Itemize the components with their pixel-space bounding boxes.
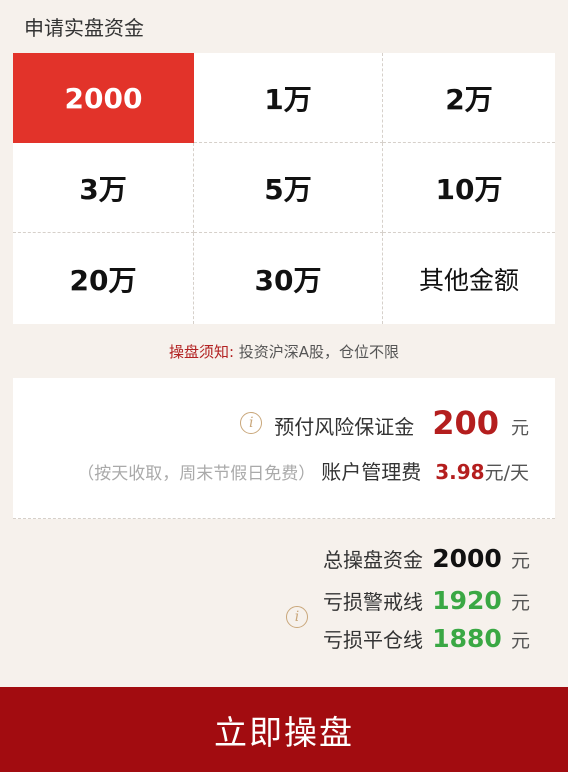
deposit-label: 预付风险保证金 (274, 415, 415, 439)
total-unit: 元 (510, 550, 530, 572)
fee-row: （按天收取，周末节假日免费） 账户管理费 3.98 元/天 (77, 456, 529, 485)
amount-option-2000[interactable]: 2000 (13, 53, 194, 143)
liquidation-label: 亏损平仓线 (322, 628, 423, 652)
start-trading-button[interactable]: 立即操盘 (0, 687, 568, 772)
info-icon[interactable]: i (240, 412, 263, 434)
amount-option-5w[interactable]: 5万 (194, 143, 383, 233)
amount-option-30w[interactable]: 30万 (194, 233, 383, 324)
deposit-row: i 预付风险保证金 200 元 (240, 404, 529, 442)
amount-option-other[interactable]: 其他金额 (383, 233, 555, 324)
amount-option-2w[interactable]: 2万 (383, 53, 555, 143)
liquidation-row: 亏损平仓线 1880 元 (313, 624, 530, 653)
deposit-value: 200 (432, 404, 499, 442)
notice-lead: 操盘须知: (168, 343, 234, 361)
deposit-unit: 元 (511, 418, 529, 439)
fee-label: 账户管理费 (321, 460, 422, 484)
warning-unit: 元 (510, 592, 530, 614)
fee-unit: 元/天 (484, 462, 529, 484)
amount-option-3w[interactable]: 3万 (13, 143, 194, 233)
amount-option-20w[interactable]: 20万 (13, 233, 194, 324)
fee-hint: （按天收取，周末节假日免费） (77, 464, 316, 484)
info-icon[interactable]: i (286, 606, 308, 628)
fee-card: i 预付风险保证金 200 元 （按天收取，周末节假日免费） 账户管理费 3.9… (13, 378, 555, 519)
liquidation-value: 1880 (432, 624, 502, 653)
total-value: 2000 (432, 544, 502, 573)
amount-option-10w[interactable]: 10万 (383, 143, 555, 233)
liquidation-unit: 元 (510, 630, 530, 652)
amount-grid: 2000 1万 2万 3万 5万 10万 20万 30万 其他金额 (13, 53, 555, 324)
trading-notice: 操盘须知: 投资沪深A股，仓位不限 (0, 341, 568, 362)
warning-label: 亏损警戒线 (322, 590, 423, 614)
total-row: 总操盘资金 2000 元 (313, 544, 530, 573)
total-label: 总操盘资金 (322, 548, 423, 572)
fee-value: 3.98 (435, 460, 485, 484)
warning-value: 1920 (432, 586, 502, 615)
warning-row: 亏损警戒线 1920 元 (313, 586, 530, 615)
summary-panel: 总操盘资金 2000 元 亏损警戒线 1920 元 亏损平仓线 1880 元 i (0, 530, 568, 680)
notice-text: 投资沪深A股，仓位不限 (238, 343, 400, 361)
section-title: 申请实盘资金 (24, 16, 144, 40)
amount-option-1w[interactable]: 1万 (194, 53, 383, 143)
